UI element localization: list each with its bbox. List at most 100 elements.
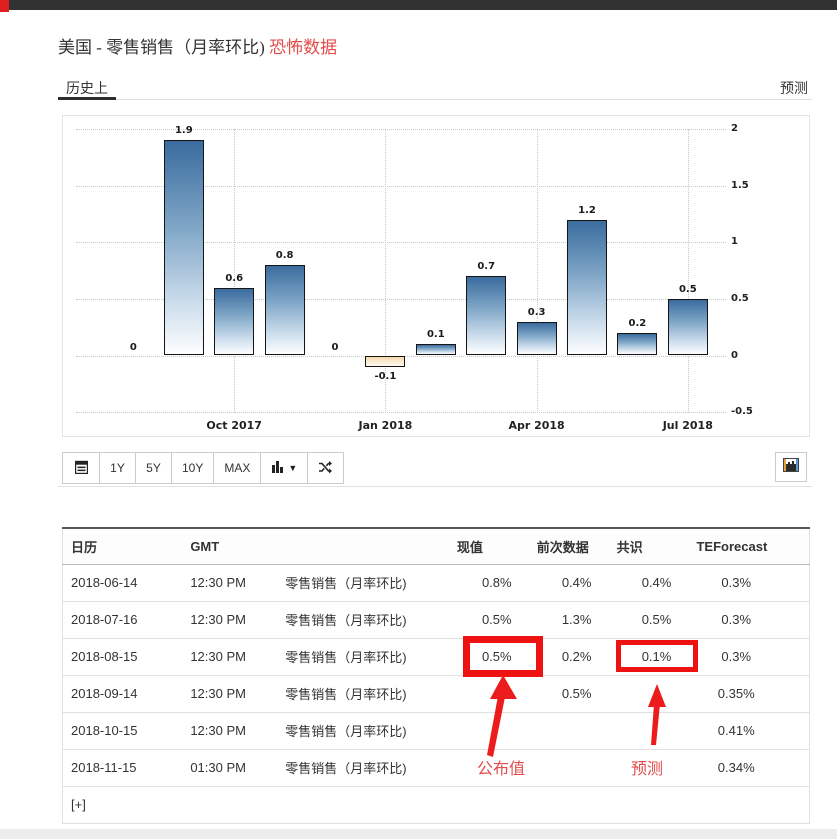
range-10y-button[interactable]: 10Y [171, 453, 213, 483]
cell-previous [537, 749, 617, 786]
cell-teforecast: 0.34% [696, 749, 809, 786]
header-actual: 现值 [457, 528, 537, 564]
bar-value-label: 0.2 [615, 318, 659, 329]
bar-value-label: 1.2 [565, 205, 609, 216]
cell-teforecast: 0.35% [696, 675, 809, 712]
table-row[interactable]: 2018-09-1412:30 PM零售销售（月率环比)0.5%0.35% [63, 675, 810, 712]
header-event [277, 528, 457, 564]
export-image-icon [783, 458, 799, 477]
cell-previous: 0.2% [537, 638, 617, 675]
cell-actual [457, 675, 537, 712]
cell-gmt: 12:30 PM [182, 712, 277, 749]
chart-type-icon [271, 460, 284, 476]
cell-actual [457, 712, 537, 749]
chart-bar [617, 333, 657, 356]
cell-previous [537, 712, 617, 749]
header-consensus: 共识 [617, 528, 697, 564]
cell-event: 零售销售（月率环比) [277, 675, 457, 712]
export-image-button[interactable] [775, 452, 807, 482]
chart-bar [164, 140, 204, 355]
gridline-x [688, 129, 689, 413]
header-previous: 前次数据 [537, 528, 617, 564]
chart-bar [265, 265, 305, 356]
page: 美国 - 零售销售（月率环比) 恐怖数据 历史上 预测 21.510.50-0.… [0, 0, 837, 839]
chart-bar [214, 288, 254, 356]
calendar-range-button[interactable] [63, 453, 99, 483]
cell-event: 零售销售（月率环比) [277, 564, 457, 601]
tab-history[interactable]: 历史上 [58, 76, 116, 100]
chart-toolbar: 1Y 5Y 10Y MAX ▼ [62, 452, 344, 484]
cell-gmt: 12:30 PM [182, 638, 277, 675]
gridline-x [537, 129, 538, 413]
cell-event: 零售销售（月率环比) [277, 712, 457, 749]
cell-date: 2018-10-15 [63, 712, 183, 749]
cell-date: 2018-09-14 [63, 675, 183, 712]
calendar-icon [75, 460, 88, 477]
range-max-button[interactable]: MAX [213, 453, 260, 483]
cell-date: 2018-11-15 [63, 749, 183, 786]
browser-top-bar [0, 0, 837, 10]
section-divider [58, 486, 812, 487]
chart-type-button[interactable]: ▼ [260, 453, 307, 483]
cell-event: 零售销售（月率环比) [277, 749, 457, 786]
y-axis-label: 0.5 [731, 293, 749, 304]
bar-value-label: 0.1 [414, 329, 458, 340]
x-axis-label: Oct 2017 [194, 419, 274, 432]
y-axis-label: -0.5 [731, 406, 753, 417]
table-row[interactable]: 2018-11-1501:30 PM零售销售（月率环比) 0.34% [63, 749, 810, 786]
cell-consensus: 0.5% [617, 601, 697, 638]
bar-value-label: 0 [111, 342, 155, 353]
tab-forecast[interactable]: 预测 [780, 78, 808, 98]
range-5y-button[interactable]: 5Y [135, 453, 171, 483]
cell-consensus: 0.4% [617, 564, 697, 601]
cell-previous: 0.4% [537, 564, 617, 601]
chart-container: 21.510.50-0.5Oct 2017Jan 2018Apr 2018Jul… [62, 115, 810, 437]
chart-bar [517, 322, 557, 356]
compare-button[interactable] [307, 453, 343, 483]
cell-actual: 0.5% [457, 601, 537, 638]
bar-value-label: 0 [313, 342, 357, 353]
cell-teforecast: 0.3% [696, 601, 809, 638]
cell-consensus: 0.1% [617, 638, 697, 675]
range-1y-button[interactable]: 1Y [99, 453, 135, 483]
calendar-table-header: 日历 GMT 现值 前次数据 共识 TEForecast [63, 528, 810, 564]
calendar-table-footer: [+] [63, 786, 810, 823]
bar-value-label: 0.8 [263, 250, 307, 261]
x-axis-label: Jan 2018 [345, 419, 425, 432]
table-row[interactable]: 2018-07-1612:30 PM零售销售（月率环比)0.5%1.3%0.5%… [63, 601, 810, 638]
cell-actual: 0.8% [457, 564, 537, 601]
table-row[interactable]: 2018-10-1512:30 PM零售销售（月率环比)0.41% [63, 712, 810, 749]
chart-bar [668, 299, 708, 356]
header-row: 日历 GMT 现值 前次数据 共识 TEForecast [63, 528, 810, 564]
cell-consensus [617, 675, 697, 712]
page-title-highlight: 恐怖数据 [269, 38, 337, 57]
header-date: 日历 [63, 528, 183, 564]
footer-row: [+] [63, 786, 810, 823]
header-gmt: GMT [182, 528, 277, 564]
y-axis-label: 1 [731, 236, 738, 247]
expand-button[interactable]: [+] [63, 786, 810, 823]
table-row[interactable]: 2018-06-1412:30 PM零售销售（月率环比)0.8%0.4%0.4%… [63, 564, 810, 601]
x-axis-label: Jul 2018 [648, 419, 728, 432]
cell-date: 2018-07-16 [63, 601, 183, 638]
y-axis-label: 1.5 [731, 180, 749, 191]
bottom-strip [0, 829, 837, 839]
chart-bar [416, 344, 456, 355]
chart-bar [567, 220, 607, 356]
bar-value-label: 0.3 [515, 307, 559, 318]
bar-value-label: 1.9 [162, 125, 206, 136]
cell-event: 零售销售（月率环比) [277, 601, 457, 638]
bar-value-label: 0.6 [212, 273, 256, 284]
calendar-table: 日历 GMT 现值 前次数据 共识 TEForecast 2018-06-141… [62, 527, 810, 824]
cell-consensus [617, 749, 697, 786]
cell-teforecast: 0.3% [696, 564, 809, 601]
x-axis-label: Apr 2018 [497, 419, 577, 432]
header-teforecast: TEForecast [696, 528, 809, 564]
y-axis-label: 0 [731, 350, 738, 361]
cell-gmt: 01:30 PM [182, 749, 277, 786]
gridline-y [76, 412, 726, 413]
shuffle-icon [318, 460, 333, 477]
gridline-x [234, 129, 235, 413]
cell-gmt: 12:30 PM [182, 564, 277, 601]
table-row[interactable]: 2018-08-1512:30 PM零售销售（月率环比)0.5%0.2%0.1%… [63, 638, 810, 675]
